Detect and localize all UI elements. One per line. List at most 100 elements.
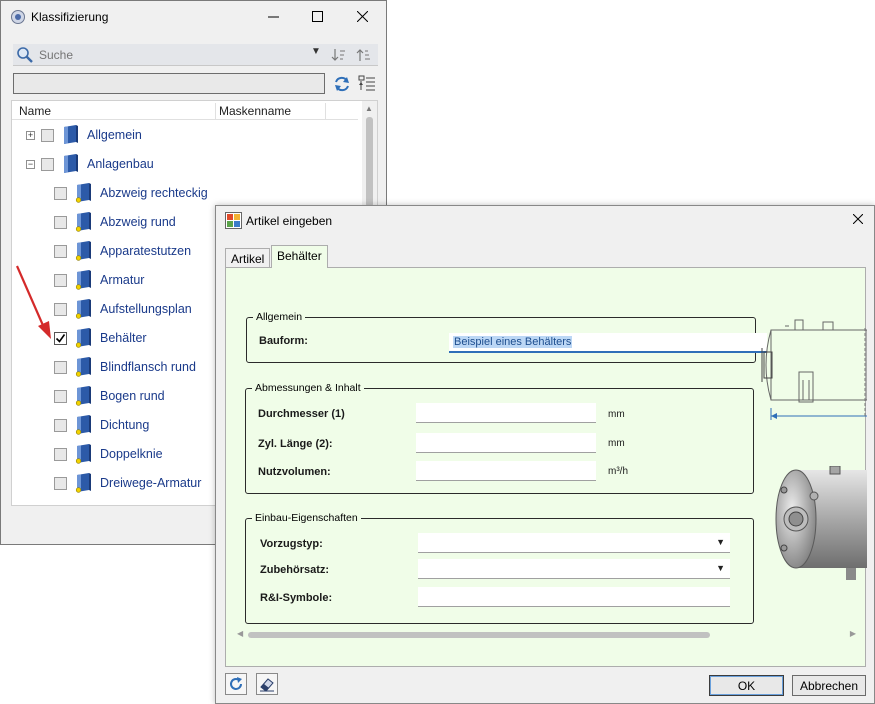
maximize-button[interactable]	[297, 3, 337, 29]
cancel-button[interactable]: Abbrechen	[792, 675, 866, 696]
catalog-book-icon	[75, 357, 92, 377]
scroll-up-arrow[interactable]: ▲	[365, 104, 373, 113]
tree-item[interactable]: Abzweig rechteckig	[54, 182, 208, 204]
tab-artikel[interactable]: Artikel	[225, 248, 271, 267]
refresh-button[interactable]	[225, 673, 247, 695]
tree-item-label: Dreiwege-Armatur	[100, 476, 202, 490]
zubehoer-select[interactable]: ▼	[418, 559, 730, 579]
column-header-maskenname[interactable]: Maskenname	[219, 104, 291, 118]
dialog-close-button[interactable]	[848, 209, 868, 229]
chevron-down-icon: ▼	[716, 563, 725, 573]
volumen-label: Nutzvolumen:	[258, 466, 331, 478]
tree-options-icon[interactable]	[358, 75, 376, 93]
close-icon	[853, 214, 863, 224]
tree-item[interactable]: + Allgemein	[26, 124, 142, 146]
tree-item-checkbox[interactable]	[54, 360, 67, 374]
filter-input[interactable]	[13, 73, 325, 94]
tree-item-label: Armatur	[100, 273, 145, 287]
tree-item-checkbox[interactable]	[54, 389, 67, 403]
vessel-3d-preview	[775, 466, 867, 580]
column-header-name[interactable]: Name	[19, 104, 51, 118]
tree-item-checkbox[interactable]	[54, 244, 67, 258]
volumen-input[interactable]	[416, 461, 596, 481]
tree-item[interactable]: Apparatestutzen	[54, 240, 191, 262]
group-allgemein-legend: Allgemein	[256, 311, 303, 323]
tree-item-checkbox[interactable]	[54, 186, 67, 200]
tree-item-checkbox[interactable]	[54, 418, 67, 432]
expand-icon[interactable]: +	[26, 130, 35, 140]
scrollbar-thumb[interactable]	[248, 632, 710, 638]
ok-button[interactable]: OK	[709, 675, 784, 696]
group-abmessungen-legend: Abmessungen & Inhalt	[255, 382, 361, 394]
vorzugstyp-select[interactable]: ▼	[418, 533, 730, 553]
catalog-book-icon	[75, 212, 92, 232]
tree-item-checkbox[interactable]	[54, 331, 67, 345]
catalog-book-icon	[75, 473, 92, 493]
laenge-label: Zyl. Länge (2):	[258, 438, 333, 450]
article-dialog-icon	[225, 212, 242, 229]
catalog-book-icon	[62, 125, 79, 145]
group-einbau-legend: Einbau-Eigenschaften	[255, 512, 358, 524]
tree-item-checkbox[interactable]	[54, 447, 67, 461]
tree-item-label: Behälter	[100, 331, 147, 345]
tree-item-checkbox[interactable]	[54, 476, 67, 490]
group-abmessungen: Abmessungen & Inhalt Durchmesser (1) mm …	[245, 382, 754, 494]
tab-panel-behaelter: Allgemein Bauform: Beispiel eines Behält…	[225, 267, 867, 667]
tree-item[interactable]: Behälter	[54, 327, 147, 349]
durchmesser-input[interactable]	[416, 403, 596, 423]
sync-icon[interactable]	[333, 75, 351, 93]
tree-item[interactable]: Armatur	[54, 269, 144, 291]
bauform-label: Bauform:	[259, 335, 308, 347]
tree-item[interactable]: Aufstellungsplan	[54, 298, 192, 320]
minimize-button[interactable]	[253, 3, 293, 29]
tree-item-label: Abzweig rund	[100, 215, 176, 229]
tree-item[interactable]: Bogen rund	[54, 385, 165, 407]
ri-symbole-label: R&I-Symbole:	[260, 592, 333, 604]
search-dropdown-arrow[interactable]: ▼	[311, 46, 321, 57]
search-bar: ▼	[13, 44, 378, 66]
tree-item[interactable]: Dichtung	[54, 414, 149, 436]
catalog-book-icon	[62, 154, 79, 174]
tree-item-checkbox[interactable]	[54, 273, 67, 287]
tree-item[interactable]: − Anlagenbau	[26, 153, 154, 175]
scroll-left-arrow[interactable]: ◀	[237, 629, 243, 638]
durchmesser-unit: mm	[608, 409, 625, 420]
tree-item[interactable]: Blindflansch rund	[54, 356, 196, 378]
tree-item-label: Apparatestutzen	[100, 244, 192, 258]
tree-item-checkbox[interactable]	[54, 215, 67, 229]
column-separator[interactable]	[215, 103, 216, 119]
scroll-right-arrow[interactable]: ▶	[850, 629, 856, 638]
collapse-icon[interactable]: −	[26, 159, 35, 169]
bauform-input[interactable]: Beispiel eines Behälters	[449, 333, 767, 353]
scrollbar-thumb[interactable]	[366, 117, 373, 207]
tree-item[interactable]: Doppelknie	[54, 443, 163, 465]
maximize-icon	[311, 10, 323, 22]
tree-item-label: Doppelknie	[100, 447, 163, 461]
bauform-value: Beispiel eines Behälters	[453, 336, 573, 348]
catalog-book-icon	[75, 328, 92, 348]
catalog-book-icon	[75, 270, 92, 290]
sort-descending-icon[interactable]	[331, 47, 347, 63]
search-input[interactable]	[37, 46, 297, 64]
tree-item-checkbox[interactable]	[41, 157, 54, 171]
column-separator[interactable]	[325, 103, 326, 119]
tree-header: Name Maskenname	[12, 101, 358, 120]
catalog-book-icon	[75, 299, 92, 319]
eraser-button[interactable]	[256, 673, 278, 695]
laenge-unit: mm	[608, 438, 625, 449]
catalog-book-icon	[75, 386, 92, 406]
catalog-book-icon	[75, 241, 92, 261]
red-arrow-annotation	[15, 265, 51, 339]
laenge-input[interactable]	[416, 433, 596, 453]
horizontal-scrollbar[interactable]: ◀ ▶	[235, 628, 858, 642]
tree-item[interactable]: Dreiwege-Armatur	[54, 472, 201, 494]
close-button[interactable]	[342, 3, 382, 29]
ri-symbole-input[interactable]	[418, 587, 730, 607]
window-title: Klassifizierung	[31, 10, 109, 24]
sort-ascending-icon[interactable]	[356, 47, 372, 63]
tree-item-checkbox[interactable]	[41, 128, 54, 142]
tab-behaelter[interactable]: Behälter	[271, 245, 328, 268]
tree-item-checkbox[interactable]	[54, 302, 67, 316]
volumen-unit: m³/h	[608, 466, 628, 477]
tree-item[interactable]: Abzweig rund	[54, 211, 176, 233]
